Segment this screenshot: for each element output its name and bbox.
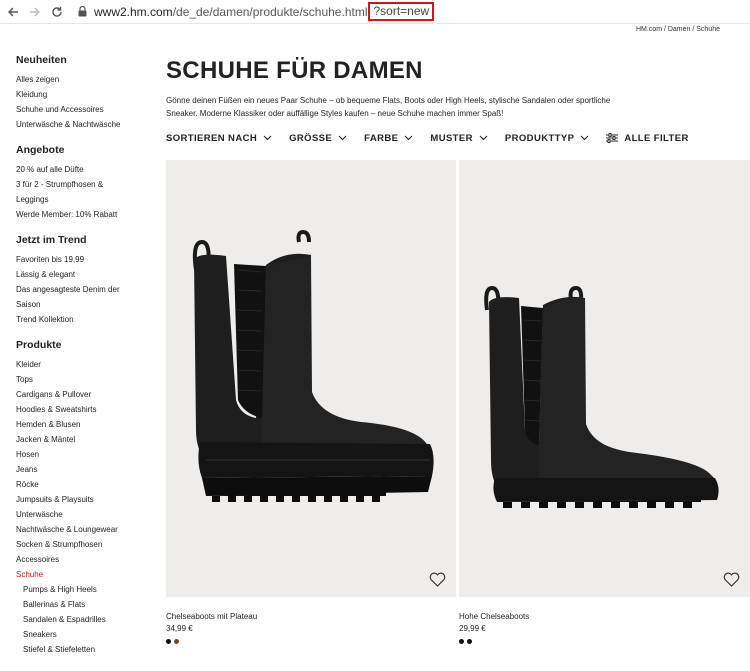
chelsea-boot-image: [484, 285, 719, 508]
product-image[interactable]: [166, 160, 456, 597]
sidebar-heading[interactable]: Jetzt im Trend: [16, 234, 156, 246]
filter-pattern-button[interactable]: MUSTER: [430, 133, 488, 144]
sidebar-item[interactable]: Lässig & elegant: [16, 267, 156, 282]
address-bar[interactable]: www2.hm.com/de_de/damen/produkte/schuhe.…: [94, 2, 435, 22]
filter-label: FARBE: [364, 132, 399, 144]
sidebar-item[interactable]: Tops: [16, 372, 156, 387]
color-swatches: [459, 639, 750, 644]
sidebar-item[interactable]: Jeans: [16, 462, 156, 477]
sliders-icon: [606, 133, 619, 143]
sidebar-item[interactable]: Kleidung: [16, 87, 156, 102]
reload-button[interactable]: [48, 3, 66, 21]
product-image[interactable]: [459, 160, 750, 597]
main-content: SCHUHE FÜR DAMEN Gönne deinen Füßen ein …: [166, 54, 750, 145]
all-filters-label: ALLE FILTER: [624, 132, 689, 144]
chevron-down-icon: [338, 135, 347, 141]
filter-label: PRODUKTTYP: [504, 132, 575, 144]
color-swatch[interactable]: [174, 639, 179, 644]
sidebar-item[interactable]: Werde Member: 10% Rabatt: [16, 207, 156, 222]
sidebar-item[interactable]: Jacken & Mäntel: [16, 432, 156, 447]
sidebar-subitem[interactable]: Sandalen & Espadrilles: [16, 612, 156, 627]
color-swatch[interactable]: [166, 639, 171, 644]
sidebar-subitem[interactable]: Stiefel & Stiefeletten: [16, 642, 156, 657]
filter-bar: SORTIEREN NACH GRÖSSE FARBE MUSTER PRODU…: [166, 131, 750, 145]
sidebar-item[interactable]: Trend Kollektion: [16, 312, 156, 327]
product-price: 29,99 €: [459, 624, 486, 633]
all-filters-button[interactable]: ALLE FILTER: [606, 133, 688, 144]
lock-icon: [76, 5, 88, 19]
sidebar-item[interactable]: Hoodies & Sweatshirts: [16, 402, 156, 417]
breadcrumb[interactable]: HM.com / Damen / Schuhe: [636, 26, 720, 33]
sidebar-item[interactable]: Jumpsuits & Playsuits: [16, 492, 156, 507]
sidebar-subitem[interactable]: Pumps & High Heels: [16, 582, 156, 597]
product-card[interactable]: Chelseaboots mit Plateau 34,99 €: [166, 160, 456, 671]
sidebar-heading[interactable]: Angebote: [16, 144, 156, 156]
filter-color-button[interactable]: FARBE: [364, 133, 413, 144]
sidebar-item[interactable]: Saison: [16, 297, 156, 312]
chevron-down-icon: [580, 135, 589, 141]
intro-text: Gönne deinen Füßen ein neues Paar Schuhe…: [166, 96, 611, 118]
filter-label: GRÖSSE: [289, 132, 333, 144]
filter-label: MUSTER: [430, 132, 473, 144]
heart-icon[interactable]: [429, 572, 446, 587]
heart-icon[interactable]: [723, 572, 740, 587]
sidebar-item[interactable]: 20 % auf alle Düfte: [16, 162, 156, 177]
page-title: SCHUHE FÜR DAMEN: [166, 57, 423, 84]
arrow-left-icon: [8, 7, 18, 16]
arrow-right-icon: [30, 7, 40, 16]
sidebar-item[interactable]: Hemden & Blusen: [16, 417, 156, 432]
sidebar-item[interactable]: Unterwäsche & Nachtwäsche: [16, 117, 156, 132]
sidebar-heading[interactable]: Produkte: [16, 339, 156, 351]
sidebar-item[interactable]: Leggings: [16, 192, 156, 207]
filter-label: SORTIEREN NACH: [166, 132, 258, 144]
category-sidebar: Neuheiten Alles zeigen Kleidung Schuhe u…: [16, 54, 156, 669]
chelsea-boot-platform-image: [192, 229, 434, 502]
forward-button[interactable]: [26, 3, 44, 21]
sidebar-group-trend: Jetzt im Trend Favoriten bis 19,99 Lässi…: [16, 234, 156, 327]
color-swatches: [166, 639, 456, 644]
sidebar-item[interactable]: Alles zeigen: [16, 72, 156, 87]
sidebar-item[interactable]: Röcke: [16, 477, 156, 492]
sidebar-item[interactable]: Schuhe und Accessoires: [16, 102, 156, 117]
url-path: /de_de/damen/produkte/schuhe.html: [172, 4, 368, 19]
sidebar-item[interactable]: Favoriten bis 19,99: [16, 252, 156, 267]
sidebar-item[interactable]: Nachtwäsche & Loungewear: [16, 522, 156, 537]
chevron-down-icon: [479, 135, 488, 141]
back-button[interactable]: [4, 3, 22, 21]
sidebar-subitem[interactable]: Ballerinas & Flats: [16, 597, 156, 612]
filter-sort-button[interactable]: SORTIEREN NACH: [166, 133, 272, 144]
filter-size-button[interactable]: GRÖSSE: [289, 133, 347, 144]
product-name[interactable]: Chelseaboots mit Plateau: [166, 612, 456, 621]
sidebar-item[interactable]: Das angesagteste Denim der: [16, 282, 156, 297]
sidebar-item[interactable]: Unterwäsche: [16, 507, 156, 522]
product-grid: Chelseaboots mit Plateau 34,99 € Hohe Ch…: [166, 160, 750, 671]
url-host: www2.hm.com: [94, 4, 173, 19]
browser-toolbar: www2.hm.com/de_de/damen/produkte/schuhe.…: [0, 0, 750, 24]
sidebar-item[interactable]: 3 für 2 - Strumpfhosen &: [16, 177, 156, 192]
sidebar-group-angebote: Angebote 20 % auf alle Düfte 3 für 2 - S…: [16, 144, 156, 222]
chevron-down-icon: [404, 135, 413, 141]
chevron-down-icon: [263, 135, 272, 141]
sidebar-item[interactable]: Socken & Strumpfhosen: [16, 537, 156, 552]
sidebar-group-produkte: Produkte Kleider Tops Cardigans & Pullov…: [16, 339, 156, 657]
sidebar-group-neuheiten: Neuheiten Alles zeigen Kleidung Schuhe u…: [16, 54, 156, 132]
product-card[interactable]: Hohe Chelseaboots 29,99 €: [459, 160, 750, 671]
filter-producttype-button[interactable]: PRODUKTTYP: [505, 133, 589, 144]
product-name[interactable]: Hohe Chelseaboots: [459, 612, 750, 621]
product-price: 34,99 €: [166, 624, 193, 633]
reload-icon: [52, 6, 62, 17]
sidebar-heading[interactable]: Neuheiten: [16, 54, 156, 66]
color-swatch[interactable]: [467, 639, 472, 644]
sidebar-item-schuhe-active[interactable]: Schuhe: [16, 567, 156, 582]
sidebar-item[interactable]: Accessoires: [16, 552, 156, 567]
color-swatch[interactable]: [459, 639, 464, 644]
sidebar-item[interactable]: Kleider: [16, 357, 156, 372]
url-sort-param-highlight: ?sort=new: [368, 2, 435, 21]
sidebar-item[interactable]: Hosen: [16, 447, 156, 462]
sidebar-subitem[interactable]: Sneakers: [16, 627, 156, 642]
sidebar-item[interactable]: Cardigans & Pullover: [16, 387, 156, 402]
